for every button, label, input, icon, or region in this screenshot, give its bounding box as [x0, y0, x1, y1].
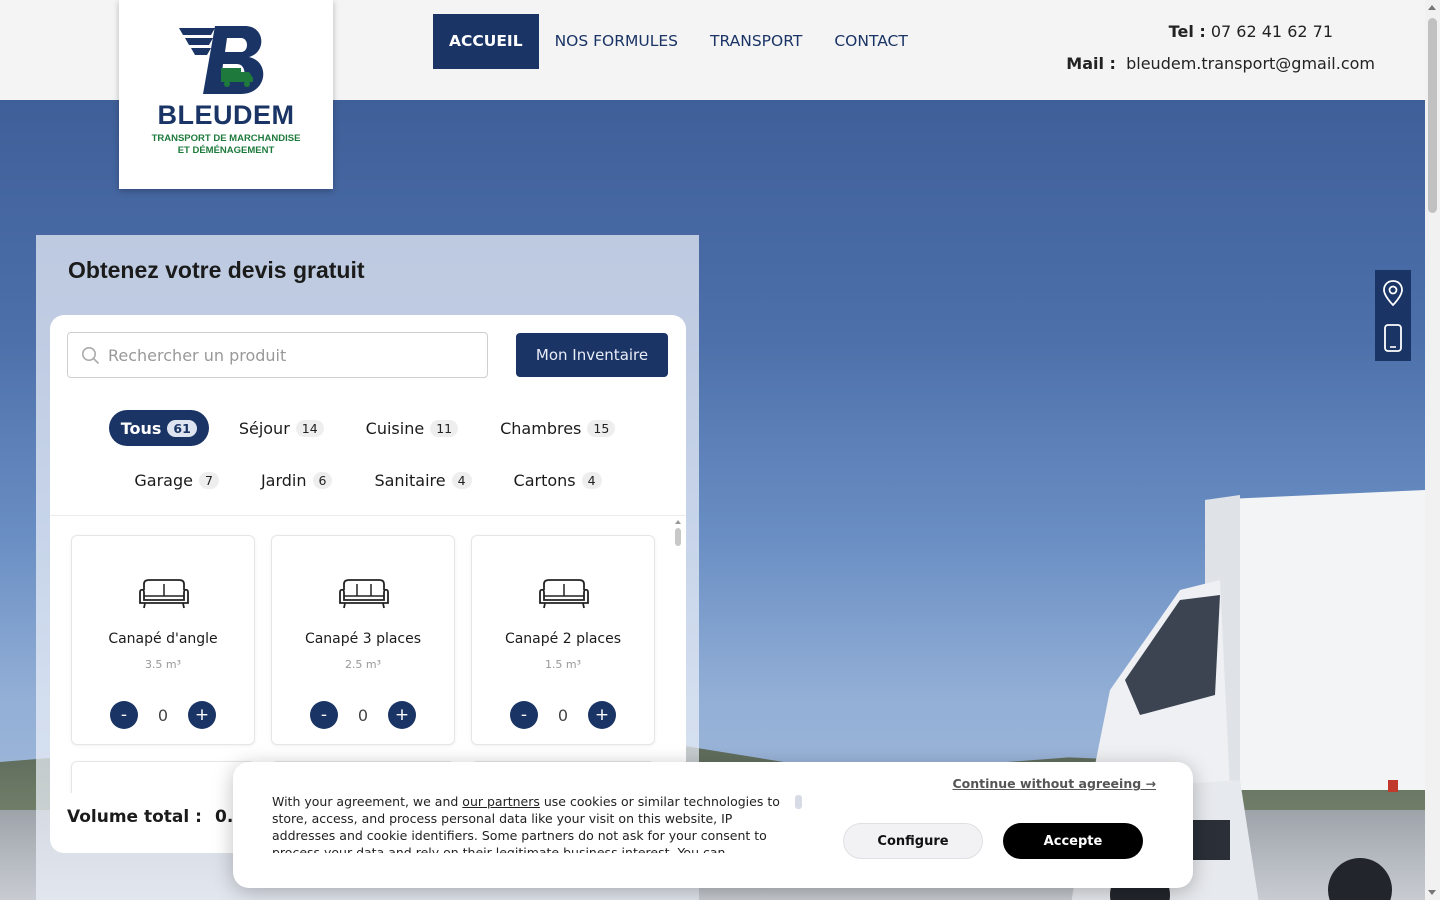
- our-partners-link[interactable]: our partners: [462, 794, 540, 809]
- chip-count: 11: [430, 419, 459, 437]
- cookie-text-part1: With your agreement, we and: [272, 794, 463, 809]
- cookie-text-scroll-thumb[interactable]: [795, 795, 802, 809]
- filter-chip-tous[interactable]: Tous 61: [108, 410, 209, 446]
- my-inventory-button[interactable]: Mon Inventaire: [516, 333, 668, 377]
- product-volume: 2.5 m³: [344, 658, 382, 671]
- scroll-down-arrow-icon[interactable]: [1428, 890, 1436, 895]
- scroll-up-arrow-icon[interactable]: [1428, 5, 1436, 10]
- filter-chip-sanitaire[interactable]: Sanitaire 4: [362, 462, 483, 498]
- chip-count: 7: [198, 471, 219, 489]
- chip-label: Cuisine: [365, 418, 425, 438]
- main-nav: ACCUEIL NOS FORMULES TRANSPORT CONTACT: [433, 14, 924, 69]
- side-quick-links: [1375, 270, 1411, 361]
- page-scrollbar[interactable]: [1425, 0, 1440, 900]
- filters-divider: [50, 515, 686, 516]
- sofa-icon: [139, 579, 189, 609]
- category-filters: Tous 61 Séjour 14 Cuisine 11 Chambres 15 Gar…: [50, 410, 686, 514]
- chip-count: 4: [581, 471, 602, 489]
- contact-info: Tel : 07 62 41 62 71 Mail : bleudem.tran…: [1066, 16, 1375, 80]
- product-volume: 3.5 m³: [144, 658, 182, 671]
- quantity-stepper: - 0 +: [310, 700, 416, 730]
- product-card: Canapé d'angle 3.5 m³ - 0 +: [71, 535, 255, 745]
- tel-label: Tel :: [1168, 22, 1206, 41]
- quantity-stepper: - 0 +: [510, 700, 616, 730]
- filter-chip-chambres[interactable]: Chambres 15: [488, 410, 627, 446]
- accept-button[interactable]: Accepte: [1003, 823, 1143, 859]
- chip-count: 4: [451, 471, 472, 489]
- chip-label: Jardin: [260, 470, 307, 490]
- mail-label: Mail :: [1066, 54, 1116, 73]
- logo-tagline-line2: ET DÉMÉNAGEMENT: [177, 145, 275, 156]
- logo-tagline: TRANSPORT DE MARCHANDISE ET DÉMÉNAGEMENT: [119, 133, 333, 157]
- sofa-icon: [339, 579, 389, 609]
- filter-chip-cuisine[interactable]: Cuisine 11: [354, 410, 470, 446]
- chip-label: Cartons: [513, 470, 576, 490]
- chip-count: 6: [312, 471, 333, 489]
- chip-count: 14: [295, 419, 324, 437]
- chip-label: Garage: [134, 470, 193, 490]
- product-card: Canapé 3 places 2.5 m³ - 0 +: [271, 535, 455, 745]
- product-volume: 1.5 m³: [544, 658, 582, 671]
- product-grid: Canapé d'angle 3.5 m³ - 0 + Canapé 3 pla…: [71, 535, 655, 745]
- cookie-consent-banner: Continue without agreeing → With your ag…: [233, 762, 1193, 888]
- location-pin-icon[interactable]: [1375, 270, 1411, 315]
- volume-total-label: Volume total :: [67, 807, 202, 827]
- my-inventory-label: Mon Inventaire: [535, 346, 649, 364]
- phone-line: Tel : 07 62 41 62 71: [1066, 16, 1333, 48]
- filter-chip-cartons[interactable]: Cartons 4: [502, 462, 614, 498]
- scroll-thumb[interactable]: [675, 528, 681, 546]
- filter-chip-jardin[interactable]: Jardin 6: [249, 462, 345, 498]
- mail-value[interactable]: bleudem.transport@gmail.com: [1126, 54, 1375, 73]
- decrement-button[interactable]: -: [510, 701, 538, 729]
- sofa-icon: [539, 579, 589, 609]
- mail-line: Mail : bleudem.transport@gmail.com: [1066, 48, 1375, 80]
- chip-label: Tous: [120, 418, 162, 438]
- nav-contact[interactable]: CONTACT: [818, 14, 924, 69]
- nav-accueil[interactable]: ACCUEIL: [433, 14, 539, 69]
- logo-brand-name: BLEUDEM: [157, 100, 295, 130]
- volume-total-value: 0.: [215, 807, 234, 827]
- search-icon: [82, 347, 100, 365]
- cookie-text: With your agreement, we and our partners…: [272, 793, 792, 853]
- quantity-value: 0: [157, 705, 169, 725]
- nav-nos-formules[interactable]: NOS FORMULES: [539, 14, 694, 69]
- decrement-button[interactable]: -: [110, 701, 138, 729]
- chip-label: Séjour: [238, 418, 290, 438]
- increment-button[interactable]: +: [388, 701, 416, 729]
- increment-button[interactable]: +: [188, 701, 216, 729]
- increment-button[interactable]: +: [588, 701, 616, 729]
- filter-chip-sejour[interactable]: Séjour 14: [227, 410, 336, 446]
- logo[interactable]: BLEUDEM TRANSPORT DE MARCHANDISE ET DÉMÉ…: [119, 0, 333, 189]
- chip-count: 15: [587, 419, 616, 437]
- page-scroll-thumb[interactable]: [1428, 18, 1437, 213]
- quantity-stepper: - 0 +: [110, 700, 216, 730]
- continue-without-agreeing-link[interactable]: Continue without agreeing →: [952, 776, 1156, 791]
- product-search: [67, 332, 488, 378]
- product-name: Canapé 2 places: [504, 631, 622, 647]
- nav-transport[interactable]: TRANSPORT: [694, 14, 818, 69]
- logo-b-truck-icon: [179, 26, 264, 94]
- filter-row-1: Tous 61 Séjour 14 Cuisine 11 Chambres 15: [50, 410, 686, 446]
- configure-button[interactable]: Configure: [843, 823, 983, 859]
- filter-row-2: Garage 7 Jardin 6 Sanitaire 4 Cartons 4: [50, 462, 686, 498]
- product-name: Canapé 3 places: [304, 631, 422, 647]
- logo-tagline-line1: TRANSPORT DE MARCHANDISE: [151, 133, 301, 144]
- smartphone-icon[interactable]: [1375, 315, 1411, 360]
- chip-label: Sanitaire: [374, 470, 446, 490]
- quantity-value: 0: [357, 705, 369, 725]
- quantity-value: 0: [557, 705, 569, 725]
- quote-title: Obtenez votre devis gratuit: [68, 257, 365, 283]
- scroll-up-arrow-icon[interactable]: [675, 520, 681, 524]
- tel-value[interactable]: 07 62 41 62 71: [1211, 22, 1333, 41]
- chip-count: 61: [167, 419, 197, 437]
- filter-chip-garage[interactable]: Garage 7: [122, 462, 231, 498]
- search-input[interactable]: [108, 333, 478, 377]
- decrement-button[interactable]: -: [310, 701, 338, 729]
- product-name: Canapé d'angle: [108, 631, 218, 647]
- product-card: Canapé 2 places 1.5 m³ - 0 +: [471, 535, 655, 745]
- chip-label: Chambres: [500, 418, 582, 438]
